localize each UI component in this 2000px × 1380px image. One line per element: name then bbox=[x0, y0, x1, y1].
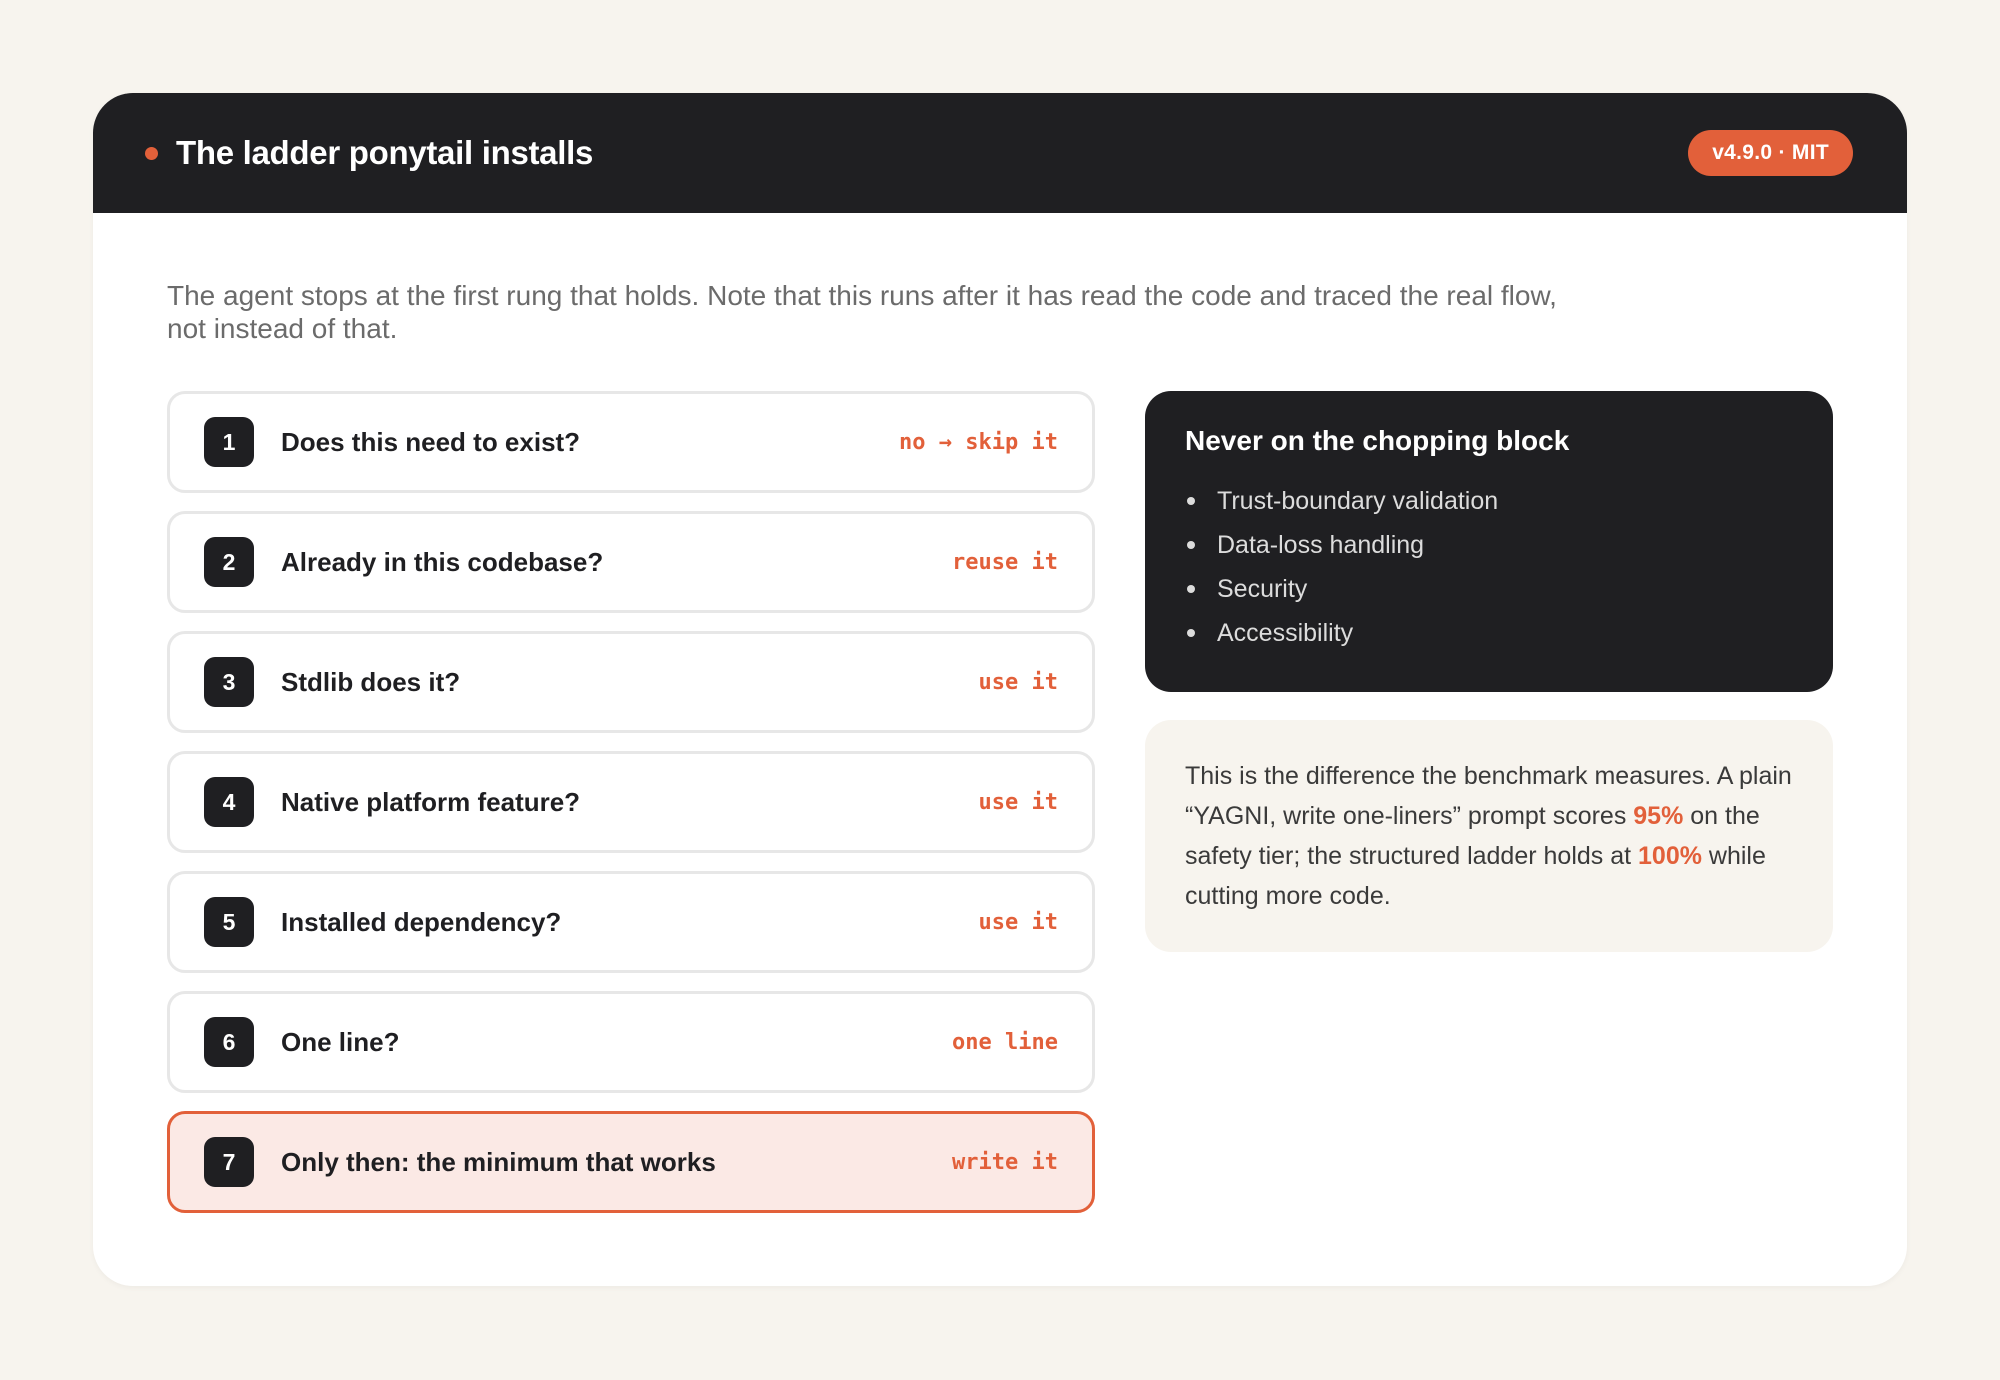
rung-action: use it bbox=[978, 789, 1058, 815]
never-item-label: Security bbox=[1217, 575, 1308, 603]
rung-action: use it bbox=[978, 669, 1058, 695]
rung-number: 5 bbox=[204, 897, 254, 947]
title-group: The ladder ponytail installs bbox=[145, 134, 593, 172]
main-card: The ladder ponytail installs v4.9.0 · MI… bbox=[93, 93, 1907, 1286]
note-highlight-baseline: 95% bbox=[1633, 802, 1684, 830]
rung-number: 1 bbox=[204, 417, 254, 467]
rung-question: Native platform feature? bbox=[281, 786, 581, 817]
ladder-rung-1: 1 Does this need to exist? no → skip it bbox=[167, 391, 1095, 493]
ladder-rung-7: 7 Only then: the minimum that works writ… bbox=[167, 1111, 1095, 1213]
never-list: Trust-boundary validation Data-loss hand… bbox=[1185, 479, 1793, 655]
rung-action: no → skip it bbox=[899, 429, 1058, 455]
ladder-rung-5: 5 Installed dependency? use it bbox=[167, 871, 1095, 973]
ladder-rung-2: 2 Already in this codebase? reuse it bbox=[167, 511, 1095, 613]
intro-text: The agent stops at the first rung that h… bbox=[167, 280, 1557, 344]
never-item-label: Accessibility bbox=[1217, 619, 1354, 647]
page-title: The ladder ponytail installs bbox=[176, 134, 594, 171]
ladder-rung-4: 4 Native platform feature? use it bbox=[167, 751, 1095, 853]
rung-action: use it bbox=[978, 909, 1058, 935]
rung-question: Stdlib does it? bbox=[281, 666, 461, 697]
never-list-item: Security bbox=[1185, 567, 1793, 611]
never-panel: Never on the chopping block Trust-bounda… bbox=[1145, 391, 1833, 692]
rung-question: Does this need to exist? bbox=[281, 426, 581, 457]
rung-action: reuse it bbox=[952, 549, 1058, 575]
status-dot-icon bbox=[145, 146, 158, 160]
version-badge: v4.9.0 · MIT bbox=[1688, 130, 1853, 176]
rung-question: One line? bbox=[281, 1026, 400, 1057]
rung-number: 2 bbox=[204, 537, 254, 587]
card-header: The ladder ponytail installs v4.9.0 · MI… bbox=[93, 93, 1907, 213]
rung-number: 4 bbox=[204, 777, 254, 827]
bullet-icon bbox=[1187, 629, 1195, 637]
rung-number: 7 bbox=[204, 1137, 254, 1187]
never-list-item: Trust-boundary validation bbox=[1185, 479, 1793, 523]
benchmark-note: This is the difference the benchmark mea… bbox=[1145, 720, 1833, 952]
never-item-label: Data-loss handling bbox=[1217, 531, 1425, 559]
ladder-rung-3: 3 Stdlib does it? use it bbox=[167, 631, 1095, 733]
never-list-item: Accessibility bbox=[1185, 611, 1793, 655]
rung-action: write it bbox=[952, 1149, 1058, 1175]
bullet-icon bbox=[1187, 585, 1195, 593]
rung-question: Already in this codebase? bbox=[281, 546, 604, 577]
rung-question: Installed dependency? bbox=[281, 906, 562, 937]
rung-action: one line bbox=[952, 1029, 1058, 1055]
note-highlight-ladder: 100% bbox=[1638, 842, 1702, 870]
rung-question: Only then: the minimum that works bbox=[281, 1146, 716, 1177]
never-panel-title: Never on the chopping block bbox=[1185, 425, 1570, 456]
never-item-label: Trust-boundary validation bbox=[1217, 487, 1499, 515]
bullet-icon bbox=[1187, 541, 1195, 549]
rung-number: 3 bbox=[204, 657, 254, 707]
never-list-item: Data-loss handling bbox=[1185, 523, 1793, 567]
bullet-icon bbox=[1187, 497, 1195, 505]
ladder-rung-6: 6 One line? one line bbox=[167, 991, 1095, 1093]
rung-number: 6 bbox=[204, 1017, 254, 1067]
